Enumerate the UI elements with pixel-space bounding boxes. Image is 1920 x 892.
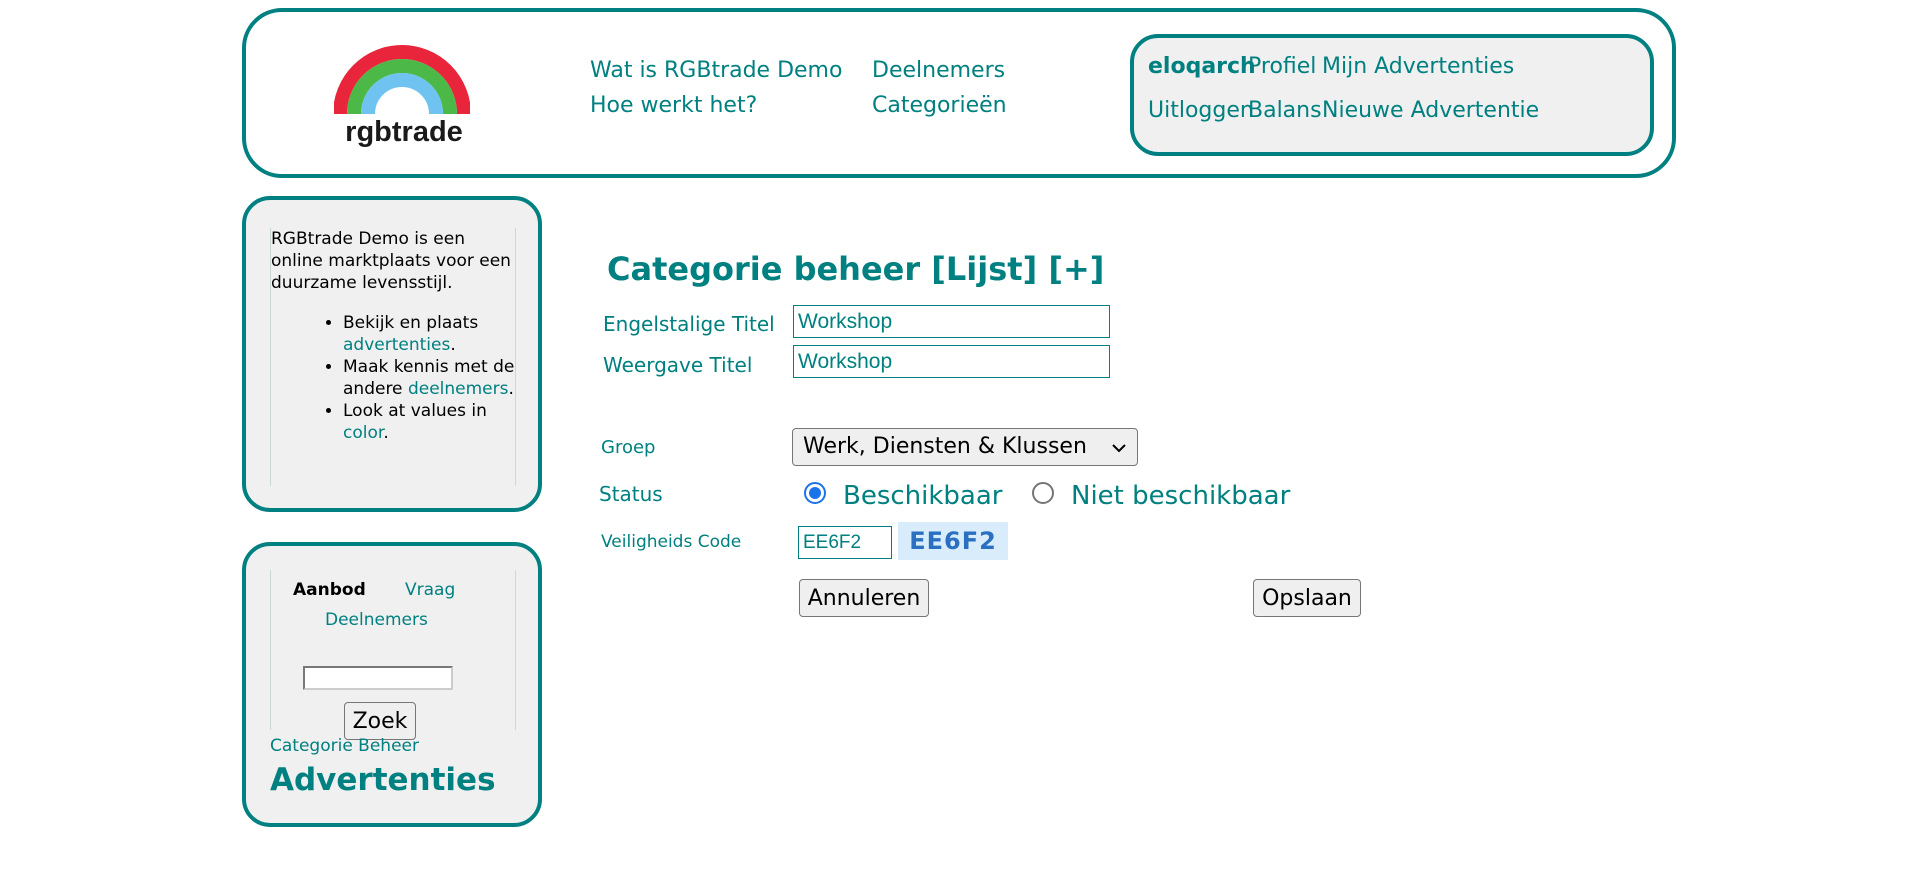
- ads-heading: Advertenties: [270, 762, 496, 798]
- period: .: [450, 335, 456, 355]
- group-select[interactable]: Werk, Diensten & Klussen: [792, 428, 1138, 466]
- logout-link[interactable]: Uitloggen: [1148, 98, 1254, 123]
- tab-vraag[interactable]: Vraag: [405, 580, 455, 600]
- status-unavailable-radio[interactable]: [1032, 482, 1054, 504]
- nav-wat-is[interactable]: Wat is RGBtrade Demo: [590, 58, 842, 83]
- captcha-image: EE6F2: [898, 522, 1008, 560]
- balance-link[interactable]: Balans: [1248, 98, 1322, 123]
- period: .: [383, 423, 389, 443]
- group-label: Groep: [601, 437, 656, 458]
- english-title-input[interactable]: [793, 305, 1110, 338]
- category-beheer-link[interactable]: Categorie Beheer: [270, 736, 419, 756]
- logo-text: rgbtrade: [345, 116, 463, 148]
- radio-dot: [809, 487, 821, 499]
- info-text: Look at values in: [343, 401, 487, 421]
- search-button[interactable]: Zoek: [344, 702, 416, 740]
- status-label: Status: [599, 482, 663, 506]
- info-intro: RGBtrade Demo is een online marktplaats …: [271, 229, 511, 293]
- nav-deelnemers[interactable]: Deelnemers: [872, 58, 1005, 83]
- my-ads-link[interactable]: Mijn Advertenties: [1322, 54, 1514, 79]
- nav-categorieen[interactable]: Categorieën: [872, 93, 1007, 118]
- status-available-radio[interactable]: [804, 482, 826, 504]
- info-text: Bekijk en plaats: [343, 313, 479, 333]
- list-item: Maak kennis met de andere deelnemers.: [343, 356, 533, 400]
- page-title: Categorie beheer [Lijst] [+]: [607, 250, 1104, 288]
- profile-link[interactable]: Profiel: [1248, 54, 1316, 79]
- status-unavailable-label[interactable]: Niet beschikbaar: [1071, 481, 1290, 511]
- display-title-label: Weergave Titel: [603, 353, 753, 377]
- new-ad-link[interactable]: Nieuwe Advertentie: [1322, 98, 1539, 123]
- info-list: Bekijk en plaats advertenties. Maak kenn…: [315, 312, 533, 444]
- user-nav: eloqarch Profiel Mijn Advertenties Uitlo…: [1130, 34, 1654, 156]
- security-code-input[interactable]: [798, 526, 892, 559]
- chevron-down-icon: [1112, 444, 1126, 453]
- save-button[interactable]: Opslaan: [1253, 579, 1361, 617]
- cancel-button[interactable]: Annuleren: [799, 579, 929, 617]
- display-title-input[interactable]: [793, 345, 1110, 378]
- user-name-link[interactable]: eloqarch: [1148, 54, 1256, 79]
- search-panel: Aanbod Vraag Deelnemers Zoek Categorie B…: [242, 542, 542, 827]
- nav-hoe-werkt[interactable]: Hoe werkt het?: [590, 93, 757, 118]
- period: .: [508, 379, 514, 399]
- color-link[interactable]: color: [343, 423, 383, 443]
- tab-deelnemers[interactable]: Deelnemers: [325, 610, 428, 630]
- members-link[interactable]: deelnemers: [408, 379, 509, 399]
- tab-aanbod[interactable]: Aanbod: [293, 580, 366, 600]
- english-title-label: Engelstalige Titel: [603, 312, 775, 336]
- page-title-text: Categorie beheer [Lijst] [+]: [607, 250, 1105, 288]
- search-input[interactable]: [303, 666, 453, 690]
- ads-link[interactable]: advertenties: [343, 335, 450, 355]
- list-item: Look at values in color.: [343, 400, 533, 444]
- security-code-label: Veiligheids Code: [601, 532, 742, 552]
- group-select-value: Werk, Diensten & Klussen: [803, 434, 1087, 459]
- site-header: rgbtrade Wat is RGBtrade Demo Deelnemers…: [242, 8, 1676, 178]
- status-available-label[interactable]: Beschikbaar: [843, 481, 1003, 511]
- info-panel: RGBtrade Demo is een online marktplaats …: [242, 196, 542, 512]
- list-item: Bekijk en plaats advertenties.: [343, 312, 533, 356]
